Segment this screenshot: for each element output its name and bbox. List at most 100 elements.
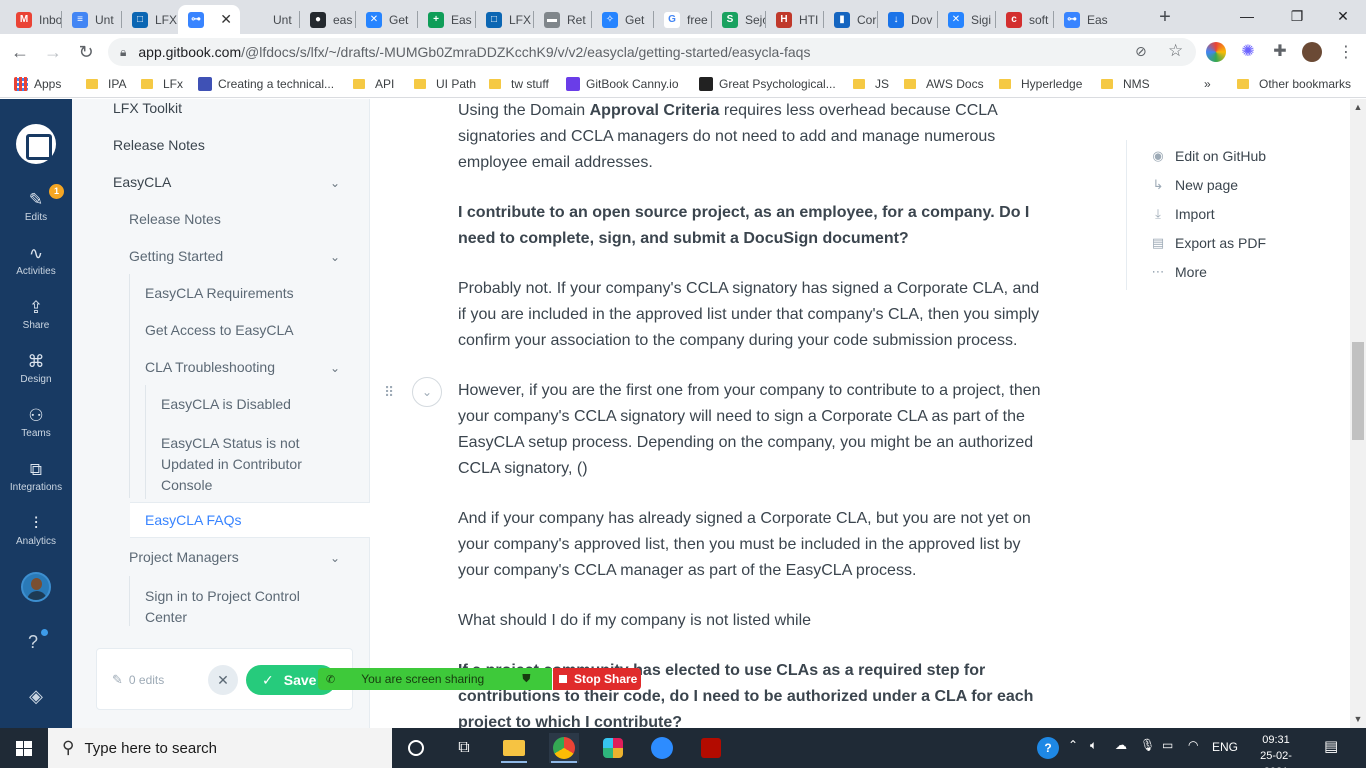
chevron-down-icon[interactable]: ⌄ xyxy=(330,362,340,374)
more-bookmarks-button[interactable]: » xyxy=(1204,75,1211,93)
color-extension-icon[interactable] xyxy=(1206,42,1226,62)
rail-item-teams[interactable]: ⚇ Teams xyxy=(0,404,72,454)
sidebar-item-sign-in[interactable]: Sign in to Project Control Center xyxy=(145,586,300,628)
clock[interactable]: 09:31 25-02-2021 xyxy=(1250,732,1302,768)
browser-tab[interactable]: ▮ Cor xyxy=(824,5,878,34)
slack-icon[interactable] xyxy=(598,733,628,763)
bookmark-item[interactable]: NMS xyxy=(1101,75,1150,93)
browser-tab[interactable]: ↓ Dov xyxy=(878,5,938,34)
bookmark-item[interactable]: AWS Docs xyxy=(904,75,984,93)
browser-tab[interactable]: □ LFX xyxy=(122,5,178,34)
browser-tab[interactable]: ✕ Sigi xyxy=(938,5,996,34)
browser-tab[interactable]: ▬ Ret xyxy=(534,5,592,34)
bookmark-item[interactable]: Creating a technical... xyxy=(198,75,334,93)
chevron-down-icon[interactable]: ⌄ xyxy=(330,552,340,564)
profile-avatar[interactable] xyxy=(1302,42,1322,62)
edit-on-github-link[interactable]: ◉ Edit on GitHub xyxy=(1150,148,1266,164)
rail-item-activities[interactable]: ∿ Activities xyxy=(0,242,72,292)
bookmark-item[interactable]: LFx xyxy=(141,75,183,93)
battery-icon[interactable]: ▭ xyxy=(1162,738,1173,752)
rail-item-integrations[interactable]: ⧉ Integrations xyxy=(0,458,72,508)
sidebar-item-is-disabled[interactable]: EasyCLA is Disabled xyxy=(161,396,291,412)
browser-tab[interactable]: c soft xyxy=(996,5,1054,34)
bookmark-item[interactable]: tw stuff xyxy=(489,75,549,93)
chevron-up-icon[interactable]: ⌃ xyxy=(1068,738,1078,752)
help-tray-icon[interactable]: ? xyxy=(1037,737,1059,759)
chrome-taskbar-icon[interactable] xyxy=(549,733,579,763)
minimize-button[interactable]: — xyxy=(1232,4,1262,28)
sidebar-item-easycla-release-notes[interactable]: Release Notes xyxy=(129,211,221,227)
chevron-down-icon[interactable]: ⌄ xyxy=(330,251,340,263)
new-tab-button[interactable]: + xyxy=(1154,6,1176,28)
browser-tab[interactable]: M Inbo xyxy=(6,5,62,34)
file-explorer-icon[interactable] xyxy=(499,733,529,763)
bookmark-item[interactable]: IPA xyxy=(86,75,126,93)
browser-tab[interactable]: S Sejo xyxy=(712,5,766,34)
browser-tab[interactable]: Gfree xyxy=(654,5,712,34)
notifications-icon[interactable]: ▤ xyxy=(1324,737,1338,755)
spaces-icon[interactable]: ◈ xyxy=(22,686,50,706)
sidebar-item-faqs[interactable]: EasyCLA FAQs xyxy=(145,512,241,528)
back-button[interactable]: ← xyxy=(8,40,32,64)
close-window-button[interactable]: ✕ xyxy=(1328,4,1358,28)
wifi-icon[interactable]: ◠ xyxy=(1188,738,1198,752)
address-bar[interactable]: 🔒︎ app.gitbook.com/@lfdocs/s/lfx/~/draft… xyxy=(108,38,1196,66)
acrobat-icon[interactable] xyxy=(696,733,726,763)
sidebar-item-lfx-toolkit[interactable]: LFX Toolkit xyxy=(113,100,182,116)
sidebar-item-get-access[interactable]: Get Access to EasyCLA xyxy=(145,322,294,338)
browser-tab[interactable]: H HTI xyxy=(766,5,824,34)
sidebar-item-troubleshooting[interactable]: CLA Troubleshooting xyxy=(145,359,275,375)
bookmark-item[interactable]: JS xyxy=(853,75,889,93)
sidebar-item-requirements[interactable]: EasyCLA Requirements xyxy=(145,285,294,301)
bookmark-item[interactable]: Great Psychological... xyxy=(699,75,836,93)
rail-item-design[interactable]: ⌘ Design xyxy=(0,350,72,400)
bookmark-item[interactable]: Hyperledge xyxy=(999,75,1082,93)
gitbook-logo[interactable] xyxy=(16,124,56,164)
taskbar-search[interactable]: ⚲ Type here to search xyxy=(48,728,392,768)
browser-tab[interactable]: ⊶ ✕ xyxy=(178,5,240,34)
network-blocked-icon[interactable]: ☁︎ xyxy=(1115,738,1127,752)
forward-button[interactable]: → xyxy=(41,40,65,64)
bookmark-item[interactable]: API xyxy=(353,75,394,93)
browser-tab[interactable]: ✕ Get xyxy=(356,5,418,34)
stop-share-button[interactable]: Stop Share xyxy=(553,668,641,690)
rail-item-analytics[interactable]: ⫶ Analytics xyxy=(0,512,72,562)
question-heading[interactable]: I contribute to an open source project, … xyxy=(458,200,1048,252)
sidebar-item-release-notes[interactable]: Release Notes xyxy=(113,137,205,153)
avatar[interactable] xyxy=(21,572,51,602)
sidebar-item-status[interactable]: EasyCLA Status is not Updated in Contrib… xyxy=(161,433,302,496)
paragraph-approval-criteria[interactable]: Using the Domain Approval Criteria requi… xyxy=(458,98,1048,176)
sidebar-item-getting-started[interactable]: Getting Started xyxy=(129,248,223,264)
browser-tab[interactable]: Unt xyxy=(240,5,300,34)
task-view-icon[interactable]: ⧉ xyxy=(449,733,479,763)
start-button[interactable] xyxy=(0,728,48,768)
sidebar-item-easycla[interactable]: EasyCLA xyxy=(113,174,171,190)
drag-handle-icon[interactable]: ⠿ xyxy=(384,384,394,401)
paragraph-not-listed[interactable]: What should I do if my company is not li… xyxy=(458,608,1048,634)
scroll-down-icon[interactable]: ▼ xyxy=(1350,714,1366,724)
scrollbar-thumb[interactable] xyxy=(1352,342,1364,440)
bookmark-star-icon[interactable]: ☆ xyxy=(1168,41,1183,61)
discard-button[interactable]: ✕ xyxy=(208,665,238,695)
gear-extension-icon[interactable]: ✺ xyxy=(1238,42,1258,62)
close-tab-icon[interactable]: ✕ xyxy=(220,11,232,28)
browser-tab[interactable]: + Eas xyxy=(418,5,476,34)
bookmark-item[interactable]: UI Path xyxy=(414,75,476,93)
bookmark-item[interactable]: GitBook Canny.io xyxy=(566,75,679,93)
sidebar-item-project-managers[interactable]: Project Managers xyxy=(129,549,239,565)
volume-icon[interactable]: 🔈︎ xyxy=(1090,738,1097,753)
paragraph-first-contributor[interactable]: However, if you are the first one from y… xyxy=(458,378,1048,482)
paragraph-answer[interactable]: Probably not. If your company's CCLA sig… xyxy=(458,276,1048,354)
browser-tab[interactable]: ● eas xyxy=(300,5,356,34)
tracking-blocked-icon[interactable]: ⊘ xyxy=(1135,43,1147,60)
language-indicator[interactable]: ENG xyxy=(1212,740,1238,754)
restore-button[interactable]: ❐ xyxy=(1282,4,1312,28)
export-pdf-link[interactable]: ▤ Export as PDF xyxy=(1150,235,1266,251)
help-icon[interactable]: ? xyxy=(28,632,38,653)
browser-tab[interactable]: ≡ Unt xyxy=(62,5,122,34)
cortana-icon[interactable] xyxy=(401,733,431,763)
browser-tab[interactable]: ✧ Get xyxy=(592,5,654,34)
chevron-down-icon[interactable]: ⌄ xyxy=(412,377,442,407)
browser-tab[interactable]: ⊶ Eas xyxy=(1054,5,1110,34)
scroll-up-icon[interactable]: ▲ xyxy=(1350,102,1366,112)
